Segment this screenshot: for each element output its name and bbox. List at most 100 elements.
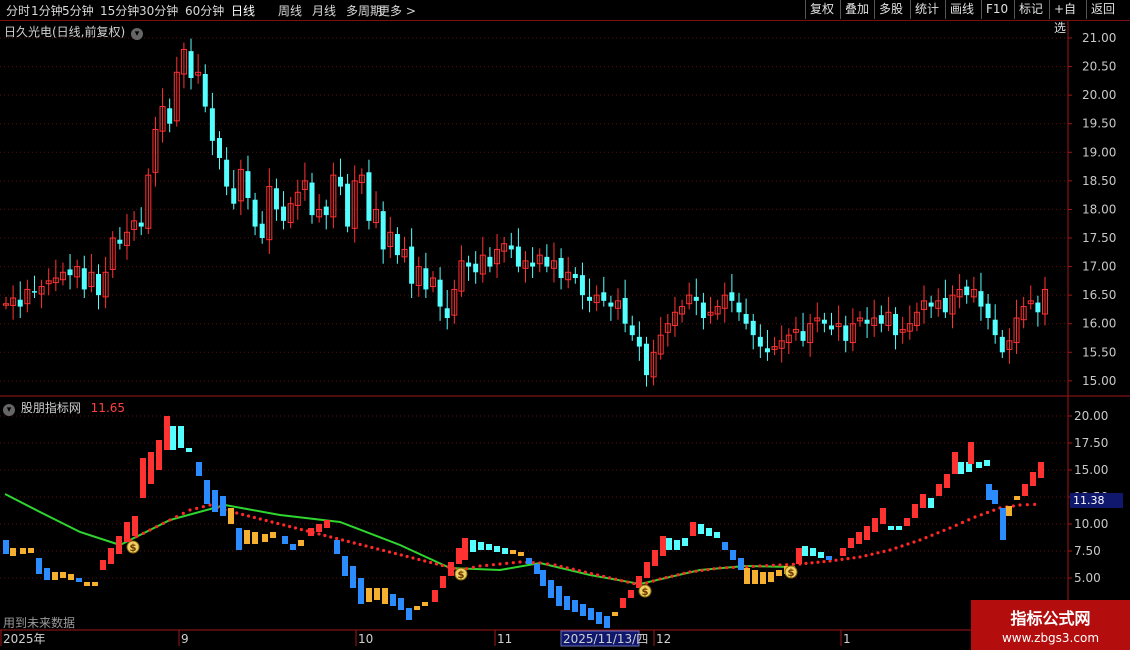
candle-body-down [992, 319, 998, 336]
chevron-down-icon[interactable]: ▾ [3, 404, 15, 416]
indicator-bar-blue [3, 540, 9, 554]
toolbar-action-3[interactable]: 统计 [910, 0, 945, 19]
candle-body-down [843, 325, 849, 341]
candle-body-down [942, 298, 948, 313]
price-tick-label: 19.00 [1082, 145, 1116, 159]
future-data-note: 用到未来数据 [3, 616, 76, 630]
indicator-dot [340, 538, 345, 542]
indicator-dot [712, 567, 716, 571]
indicator-tick-label: 10.00 [1074, 517, 1108, 531]
indicator-dot [382, 548, 386, 553]
kline-chart[interactable]: 21.0020.5020.0019.5019.0018.5018.0017.50… [0, 0, 1130, 650]
indicator-dot [791, 562, 795, 566]
indicator-dot [293, 526, 298, 530]
indicator-bar-red [660, 536, 666, 556]
indicator-bar-blue [738, 558, 744, 570]
indicator-value: 11.65 [90, 401, 126, 415]
indicator-dot [626, 580, 630, 584]
candle-body-down [928, 302, 934, 307]
indicator-bar-red [164, 416, 170, 450]
indicator-bar-gold [244, 530, 250, 544]
toolbar-action-8[interactable]: 返回 [1086, 0, 1124, 19]
indicator-bar-red [1030, 472, 1036, 486]
indicator-bar-red [156, 440, 162, 470]
indicator-green-line [4, 493, 796, 586]
toolbar-action-2[interactable]: 多股 [874, 0, 910, 19]
toolbar-action-0[interactable]: 复权 [805, 0, 840, 19]
period-tab-10[interactable]: 更多 > [378, 2, 416, 19]
period-tab-2[interactable]: 5分钟 [62, 2, 94, 19]
indicator-bar-red [690, 522, 696, 536]
indicator-bar-gold [298, 540, 304, 546]
candle-body-down [764, 348, 770, 353]
indicator-bar-blue [398, 598, 404, 610]
x-axis-label: 2025/11/13/四 [563, 632, 648, 646]
candle-body-down [530, 262, 536, 267]
indicator-dot [270, 520, 274, 524]
indicator-bar-red [432, 590, 438, 602]
candle-body-down [985, 303, 991, 318]
chevron-down-icon[interactable]: ▾ [131, 28, 144, 40]
period-tab-9[interactable]: 多周期 [346, 2, 382, 19]
indicator-bar-cyan [178, 426, 184, 448]
candle-body-down [117, 239, 123, 244]
candle-body-down [878, 315, 884, 324]
period-tab-3[interactable]: 15分钟 [100, 2, 139, 19]
candle-body-down [245, 171, 251, 198]
indicator-bar-cyan [682, 538, 688, 546]
toolbar-action-6[interactable]: 标记 [1014, 0, 1049, 19]
indicator-dot [364, 544, 368, 548]
indicator-dot [694, 569, 698, 573]
indicator-bar-red [440, 576, 446, 588]
candle-body-down [544, 256, 550, 267]
indicator-bar-blue [390, 594, 396, 606]
indicator-bar-cyan [818, 552, 824, 558]
toolbar-action-1[interactable]: 叠加 [840, 0, 874, 19]
toolbar-action-5[interactable]: F10 [981, 0, 1014, 19]
indicator-dot [1011, 504, 1015, 508]
indicator-dot [645, 581, 649, 585]
indicator-current-label: 11.38 [1070, 493, 1123, 508]
period-tab-0[interactable]: 分时 [6, 2, 30, 19]
candle-body-down [558, 258, 564, 278]
indicator-bar-red [920, 494, 926, 508]
indicator-dot [804, 561, 808, 566]
period-tab-6[interactable]: 日线 [231, 2, 255, 19]
indicator-bar-red [652, 550, 658, 566]
period-tab-8[interactable]: 月线 [312, 2, 336, 19]
indicator-bar-gold [252, 532, 258, 544]
toolbar-action-4[interactable]: 画线 [945, 0, 981, 19]
candle-body-down [345, 183, 351, 227]
indicator-dot [485, 563, 489, 567]
indicator-dot [288, 524, 292, 529]
indicator-bar-gold [776, 570, 782, 576]
price-tick-label: 16.00 [1082, 317, 1116, 331]
candle-body-down [629, 325, 635, 336]
indicator-bar-blue [580, 604, 586, 616]
indicator-dot [810, 561, 814, 565]
indicator-tick-label: 15.00 [1074, 463, 1108, 477]
indicator-bar-blue [588, 608, 594, 620]
indicator-bar-blue [1000, 508, 1006, 540]
indicator-dot [651, 579, 655, 583]
indicator-dot [985, 510, 990, 515]
period-tab-1[interactable]: 1分钟 [31, 2, 63, 19]
indicator-dot [670, 574, 674, 578]
indicator-dot [168, 518, 172, 522]
indicator-dot [864, 554, 868, 558]
indicator-bar-red [872, 518, 878, 532]
candle-body-down [209, 108, 215, 141]
period-tab-5[interactable]: 60分钟 [185, 2, 224, 19]
toolbar-action-7[interactable]: +自选 [1049, 0, 1086, 35]
indicator-bar-cyan [494, 546, 500, 552]
indicator-dot [577, 569, 581, 573]
period-tab-7[interactable]: 周线 [278, 2, 302, 19]
candle-body-down [515, 246, 521, 267]
indicator-dot [299, 527, 303, 532]
indicator-dot [346, 539, 350, 544]
candle-body-down [81, 268, 87, 290]
indicator-bar-cyan [478, 542, 484, 550]
indicator-bar-cyan [976, 462, 982, 468]
period-tab-4[interactable]: 30分钟 [139, 2, 178, 19]
indicator-dot [894, 546, 898, 550]
